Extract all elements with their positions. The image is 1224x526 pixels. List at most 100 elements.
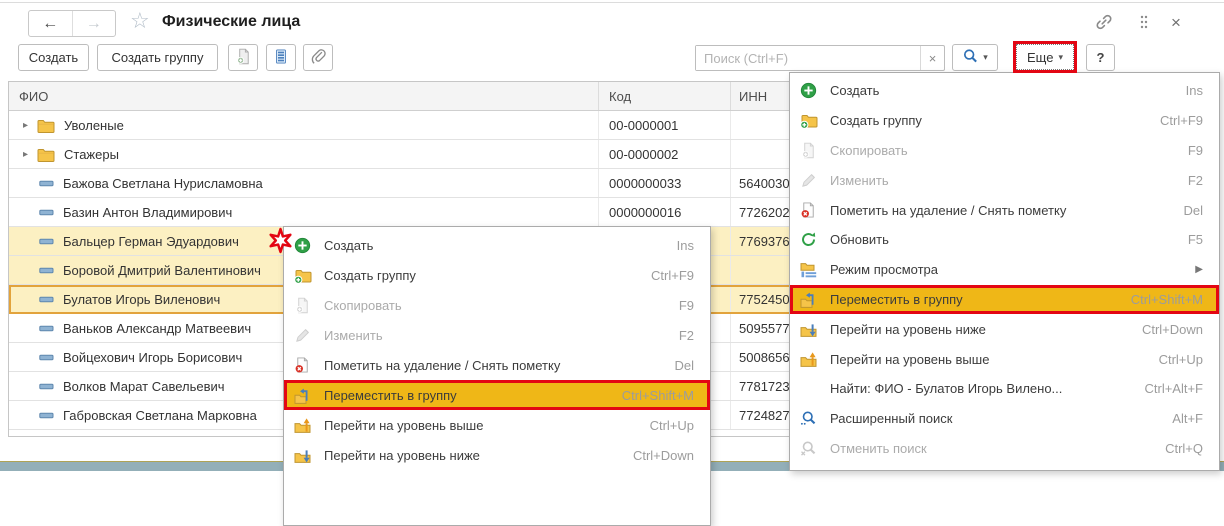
more-menu-item-label: Создать группу xyxy=(830,113,1160,128)
more-menu-item-label: Переместить в группу xyxy=(830,292,1131,307)
create-group-button[interactable]: Создать группу xyxy=(97,44,218,71)
element-icon xyxy=(39,208,54,217)
window-top-divider xyxy=(0,2,1224,3)
get-link-button[interactable] xyxy=(1092,12,1116,34)
more-menu-item[interactable]: Пометить на удаление / Снять пометкуDel xyxy=(790,195,1219,225)
paperclip-icon xyxy=(310,48,327,68)
shortcut-label: Ctrl+Q xyxy=(1165,441,1203,456)
folder-icon xyxy=(37,147,55,162)
row-name: Волков Марат Савельевич xyxy=(63,379,225,394)
shortcut-label: Ctrl+Shift+M xyxy=(1131,292,1203,307)
shortcut-label: Del xyxy=(674,358,694,373)
more-button[interactable]: Еще ▾ xyxy=(1016,44,1074,70)
context-menu-item-label: Переместить в группу xyxy=(324,388,622,403)
context-menu-item: СкопироватьF9 xyxy=(284,290,710,320)
more-button-label: Еще xyxy=(1027,50,1053,65)
more-menu-item[interactable]: Создать группуCtrl+F9 xyxy=(790,106,1219,136)
list-view-button[interactable] xyxy=(266,44,296,71)
search-box: × xyxy=(695,45,945,71)
back-button[interactable]: ← xyxy=(29,11,72,36)
copy-icon xyxy=(800,141,820,159)
more-menu-item[interactable]: Режим просмотра▶ xyxy=(790,255,1219,285)
copy-element-button[interactable] xyxy=(228,44,258,71)
close-button[interactable]: × xyxy=(1164,12,1188,34)
row-name: Уволеные xyxy=(64,118,124,133)
level-up-icon xyxy=(294,416,314,434)
clear-icon: × xyxy=(929,51,937,66)
more-menu-item-label: Перейти на уровень выше xyxy=(830,352,1159,367)
level-down-icon xyxy=(294,446,314,464)
shortcut-label: Ctrl+Shift+M xyxy=(622,388,694,403)
more-menu-item-label: Расширенный поиск xyxy=(830,411,1172,426)
shortcut-label: F5 xyxy=(1188,232,1203,247)
element-icon xyxy=(39,237,54,246)
help-button[interactable]: ? xyxy=(1086,44,1115,71)
shortcut-label: Ctrl+F9 xyxy=(651,268,694,283)
level-down-icon xyxy=(800,320,820,338)
search-options-button[interactable]: ▾ xyxy=(952,44,998,71)
more-menu-item[interactable]: СоздатьIns xyxy=(790,76,1219,106)
context-menu-item[interactable]: СоздатьIns xyxy=(284,230,710,260)
row-name: Бальцер Герман Эдуардович xyxy=(63,234,239,249)
context-menu-item[interactable]: Перейти на уровень вышеCtrl+Up xyxy=(284,410,710,440)
shortcut-label: F9 xyxy=(1188,143,1203,158)
row-name: Стажеры xyxy=(64,147,119,162)
element-icon xyxy=(39,266,54,275)
column-header-fio[interactable]: ФИО xyxy=(9,82,599,110)
row-name: Боровой Дмитрий Валентинович xyxy=(63,263,261,278)
create-button[interactable]: Создать xyxy=(18,44,89,71)
refresh-icon xyxy=(800,231,820,249)
context-menu-item: ИзменитьF2 xyxy=(284,320,710,350)
more-menu-item-label: Обновить xyxy=(830,232,1188,247)
folder-icon xyxy=(37,118,55,133)
favorite-star-icon[interactable]: ☆ xyxy=(130,8,150,34)
more-menu-item-label: Скопировать xyxy=(830,143,1188,158)
view-mode-icon xyxy=(800,261,820,279)
window-menu-button[interactable] xyxy=(1132,12,1156,34)
more-menu-item[interactable]: Найти: ФИО - Булатов Игорь Вилено...Ctrl… xyxy=(790,374,1219,404)
more-menu-item: СкопироватьF9 xyxy=(790,136,1219,166)
attachments-button[interactable] xyxy=(303,44,333,71)
shortcut-label: Ins xyxy=(677,238,694,253)
row-name: Булатов Игорь Виленович xyxy=(63,292,220,307)
more-menu-item[interactable]: Расширенный поискAlt+F xyxy=(790,404,1219,434)
context-menu-item-label: Перейти на уровень ниже xyxy=(324,448,633,463)
more-menu-item[interactable]: Перейти на уровень вышеCtrl+Up xyxy=(790,344,1219,374)
shortcut-label: Ctrl+Up xyxy=(650,418,694,433)
context-menu-item[interactable]: Пометить на удаление / Снять пометкуDel xyxy=(284,350,710,380)
context-menu-item-label: Создать xyxy=(324,238,677,253)
element-icon xyxy=(39,411,54,420)
row-name: Войцехович Игорь Борисович xyxy=(63,350,242,365)
cell-code: 00-0000002 xyxy=(599,140,731,168)
close-icon: × xyxy=(1171,13,1181,33)
submenu-arrow-icon: ▶ xyxy=(1195,264,1203,275)
expand-icon[interactable]: ▸ xyxy=(19,149,32,160)
context-menu-item[interactable]: Создать группуCtrl+F9 xyxy=(284,260,710,290)
shortcut-label: Ctrl+F9 xyxy=(1160,113,1203,128)
shortcut-label: Alt+F xyxy=(1172,411,1203,426)
more-menu-item[interactable]: Переместить в группуCtrl+Shift+M xyxy=(790,285,1219,315)
create-group-icon xyxy=(800,112,820,130)
shortcut-label: Ctrl+Up xyxy=(1159,352,1203,367)
context-menu: СоздатьInsСоздать группуCtrl+F9Скопирова… xyxy=(283,226,711,526)
search-input[interactable] xyxy=(696,46,920,70)
row-name: Ваньков Александр Матвеевич xyxy=(63,321,251,336)
more-menu-item: Отменить поискCtrl+Q xyxy=(790,434,1219,464)
more-menu-item-label: Создать xyxy=(830,83,1186,98)
more-menu-item: ИзменитьF2 xyxy=(790,165,1219,195)
more-menu-item-label: Найти: ФИО - Булатов Игорь Вилено... xyxy=(830,381,1144,396)
copy-document-icon xyxy=(235,47,252,68)
context-menu-item-label: Пометить на удаление / Снять пометку xyxy=(324,358,674,373)
mark-delete-icon xyxy=(294,356,314,374)
element-icon xyxy=(39,179,54,188)
context-menu-item[interactable]: Перейти на уровень нижеCtrl+Down xyxy=(284,440,710,470)
column-header-code[interactable]: Код xyxy=(599,82,731,110)
expand-icon[interactable]: ▸ xyxy=(19,120,32,131)
context-menu-item[interactable]: Переместить в группуCtrl+Shift+M xyxy=(284,380,710,410)
more-menu-item-label: Перейти на уровень ниже xyxy=(830,322,1142,337)
more-menu-item[interactable]: Перейти на уровень нижеCtrl+Down xyxy=(790,314,1219,344)
search-clear-button[interactable]: × xyxy=(920,46,944,70)
element-icon xyxy=(39,295,54,304)
more-menu-item[interactable]: ОбновитьF5 xyxy=(790,225,1219,255)
forward-button[interactable]: → xyxy=(72,11,116,36)
